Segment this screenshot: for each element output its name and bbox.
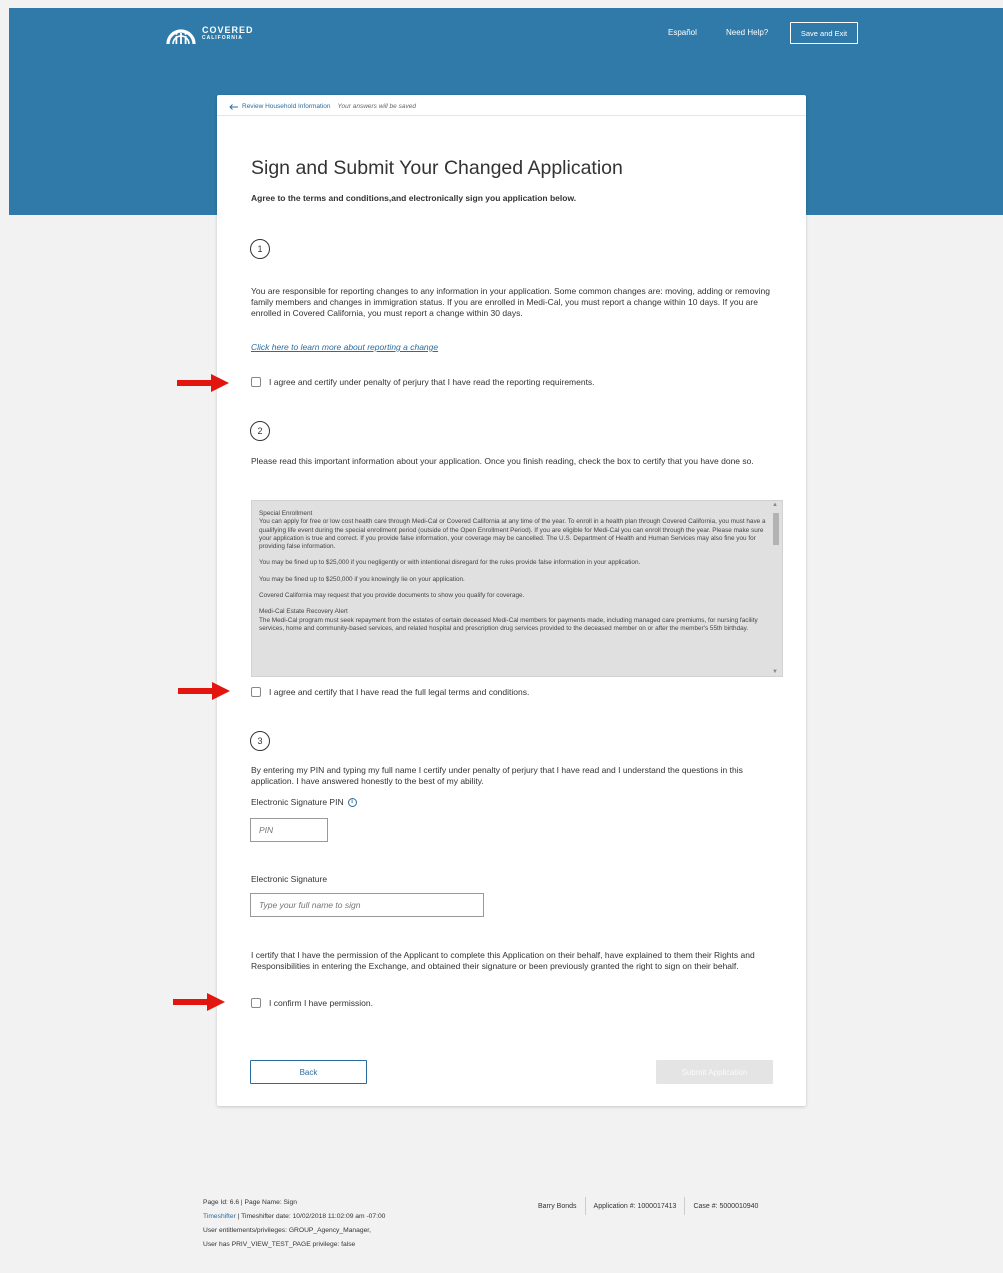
logo-text: COVERED CALIFORNIA <box>202 24 254 41</box>
scroll-thumb[interactable] <box>773 513 779 545</box>
submit-application-button[interactable]: Submit Application <box>656 1060 773 1084</box>
legal-terms-checkbox[interactable] <box>251 687 261 697</box>
annotation-arrow-icon <box>173 993 225 1011</box>
breadcrumb-divider <box>217 115 806 116</box>
footer-separator <box>584 1197 586 1215</box>
footer-case-info: Barry Bonds Application #: 1000017413 Ca… <box>538 1197 758 1215</box>
section-3-text: By entering my PIN and typing my full na… <box>251 765 743 786</box>
pin-label: Electronic Signature PIN <box>251 797 344 807</box>
signature-label: Electronic Signature <box>251 874 328 884</box>
reporting-requirements-checkbox[interactable] <box>251 377 261 387</box>
info-icon[interactable]: i <box>347 797 357 807</box>
main-card: Review Household Information Your answer… <box>217 95 806 1106</box>
reporting-change-link[interactable]: Click here to learn more about reporting… <box>251 342 438 352</box>
autosave-note: Your answers will be saved <box>337 103 416 110</box>
legal-terms-row[interactable]: I agree and certify that I have read the… <box>251 687 529 697</box>
footer-timeshifter-row: Timeshifter | Timeshifter date: 10/02/20… <box>203 1210 385 1224</box>
footer-page-info: Page Id: 6.6 | Page Name: Sign <box>203 1199 297 1206</box>
need-help-link[interactable]: Need Help? <box>726 28 768 37</box>
page-title: Sign and Submit Your Changed Application <box>251 157 623 179</box>
permission-label: I confirm I have permission. <box>269 998 373 1008</box>
step-1-badge: 1 <box>250 239 270 259</box>
annotation-arrow-icon <box>177 374 229 392</box>
footer-separator <box>684 1197 686 1215</box>
legal-paragraph: The Medi-Cal program must seek repayment… <box>259 616 758 632</box>
footer-application-number: Application #: 1000017413 <box>593 1202 677 1210</box>
legal-paragraph: You may be fined up to $250,000 if you k… <box>259 575 465 583</box>
signature-input[interactable] <box>250 893 484 917</box>
footer-debug-info: Page Id: 6.6 | Page Name: Sign Timeshift… <box>203 1196 385 1252</box>
footer-privilege: User has PRIV_VIEW_TEST_PAGE privilege: … <box>203 1241 356 1248</box>
legal-terms-content: Special Enrollment You can apply for fre… <box>259 510 767 641</box>
legal-heading-estate-recovery: Medi-Cal Estate Recovery Alert <box>259 608 348 616</box>
footer-case-number: Case #: 5000010940 <box>693 1202 759 1210</box>
page-subtitle: Agree to the terms and conditions,and el… <box>251 193 577 203</box>
back-button[interactable]: Back <box>250 1060 367 1084</box>
breadcrumb: Review Household Information Your answer… <box>229 103 416 110</box>
footer-user-name: Barry Bonds <box>538 1202 577 1210</box>
timeshifter-link[interactable]: Timeshifter <box>203 1213 236 1220</box>
back-arrow-icon[interactable] <box>229 103 238 110</box>
save-and-exit-button[interactable]: Save and Exit <box>790 22 858 44</box>
legal-terms-scrollbox[interactable]: Special Enrollment You can apply for fre… <box>251 500 783 677</box>
covered-california-logo[interactable]: COVERED CALIFORNIA <box>165 20 254 46</box>
permission-text: I certify that I have the permission of … <box>251 950 755 971</box>
logo-line-1: COVERED <box>202 24 254 35</box>
logo-line-2: CALIFORNIA <box>202 34 243 41</box>
legal-scrollbar[interactable]: ▲ ▼ <box>770 501 782 676</box>
legal-paragraph: Covered California may request that you … <box>259 592 525 600</box>
annotation-arrow-icon <box>178 682 230 700</box>
legal-paragraph: You can apply for free or low cost healt… <box>259 518 766 551</box>
scroll-up-icon[interactable]: ▲ <box>772 502 778 508</box>
permission-row[interactable]: I confirm I have permission. <box>251 998 373 1008</box>
step-2-badge: 2 <box>250 421 270 441</box>
logo-icon <box>166 29 196 45</box>
section-2-text: Please read this important information a… <box>251 456 754 466</box>
legal-terms-label: I agree and certify that I have read the… <box>269 687 530 697</box>
timeshifter-date: | Timeshifter date: 10/02/2018 11:02:09 … <box>237 1213 386 1220</box>
pin-input[interactable] <box>250 818 328 842</box>
espanol-link[interactable]: Español <box>668 28 697 37</box>
legal-heading-special-enrollment: Special Enrollment <box>259 510 313 517</box>
reporting-requirements-row[interactable]: I agree and certify under penalty of per… <box>251 377 595 387</box>
breadcrumb-back-link[interactable]: Review Household Information <box>242 103 331 110</box>
permission-checkbox[interactable] <box>251 998 261 1008</box>
pin-label-row: Electronic Signature PIN i <box>251 797 357 807</box>
legal-paragraph: You may be fined up to $25,000 if you ne… <box>259 559 641 567</box>
step-3-badge: 3 <box>250 731 270 751</box>
footer-entitlements: User entitlements/privileges: GROUP_Agen… <box>203 1227 372 1234</box>
reporting-requirements-label: I agree and certify under penalty of per… <box>269 377 595 387</box>
section-1-text: You are responsible for reporting change… <box>251 286 770 318</box>
scroll-down-icon[interactable]: ▼ <box>772 669 778 675</box>
